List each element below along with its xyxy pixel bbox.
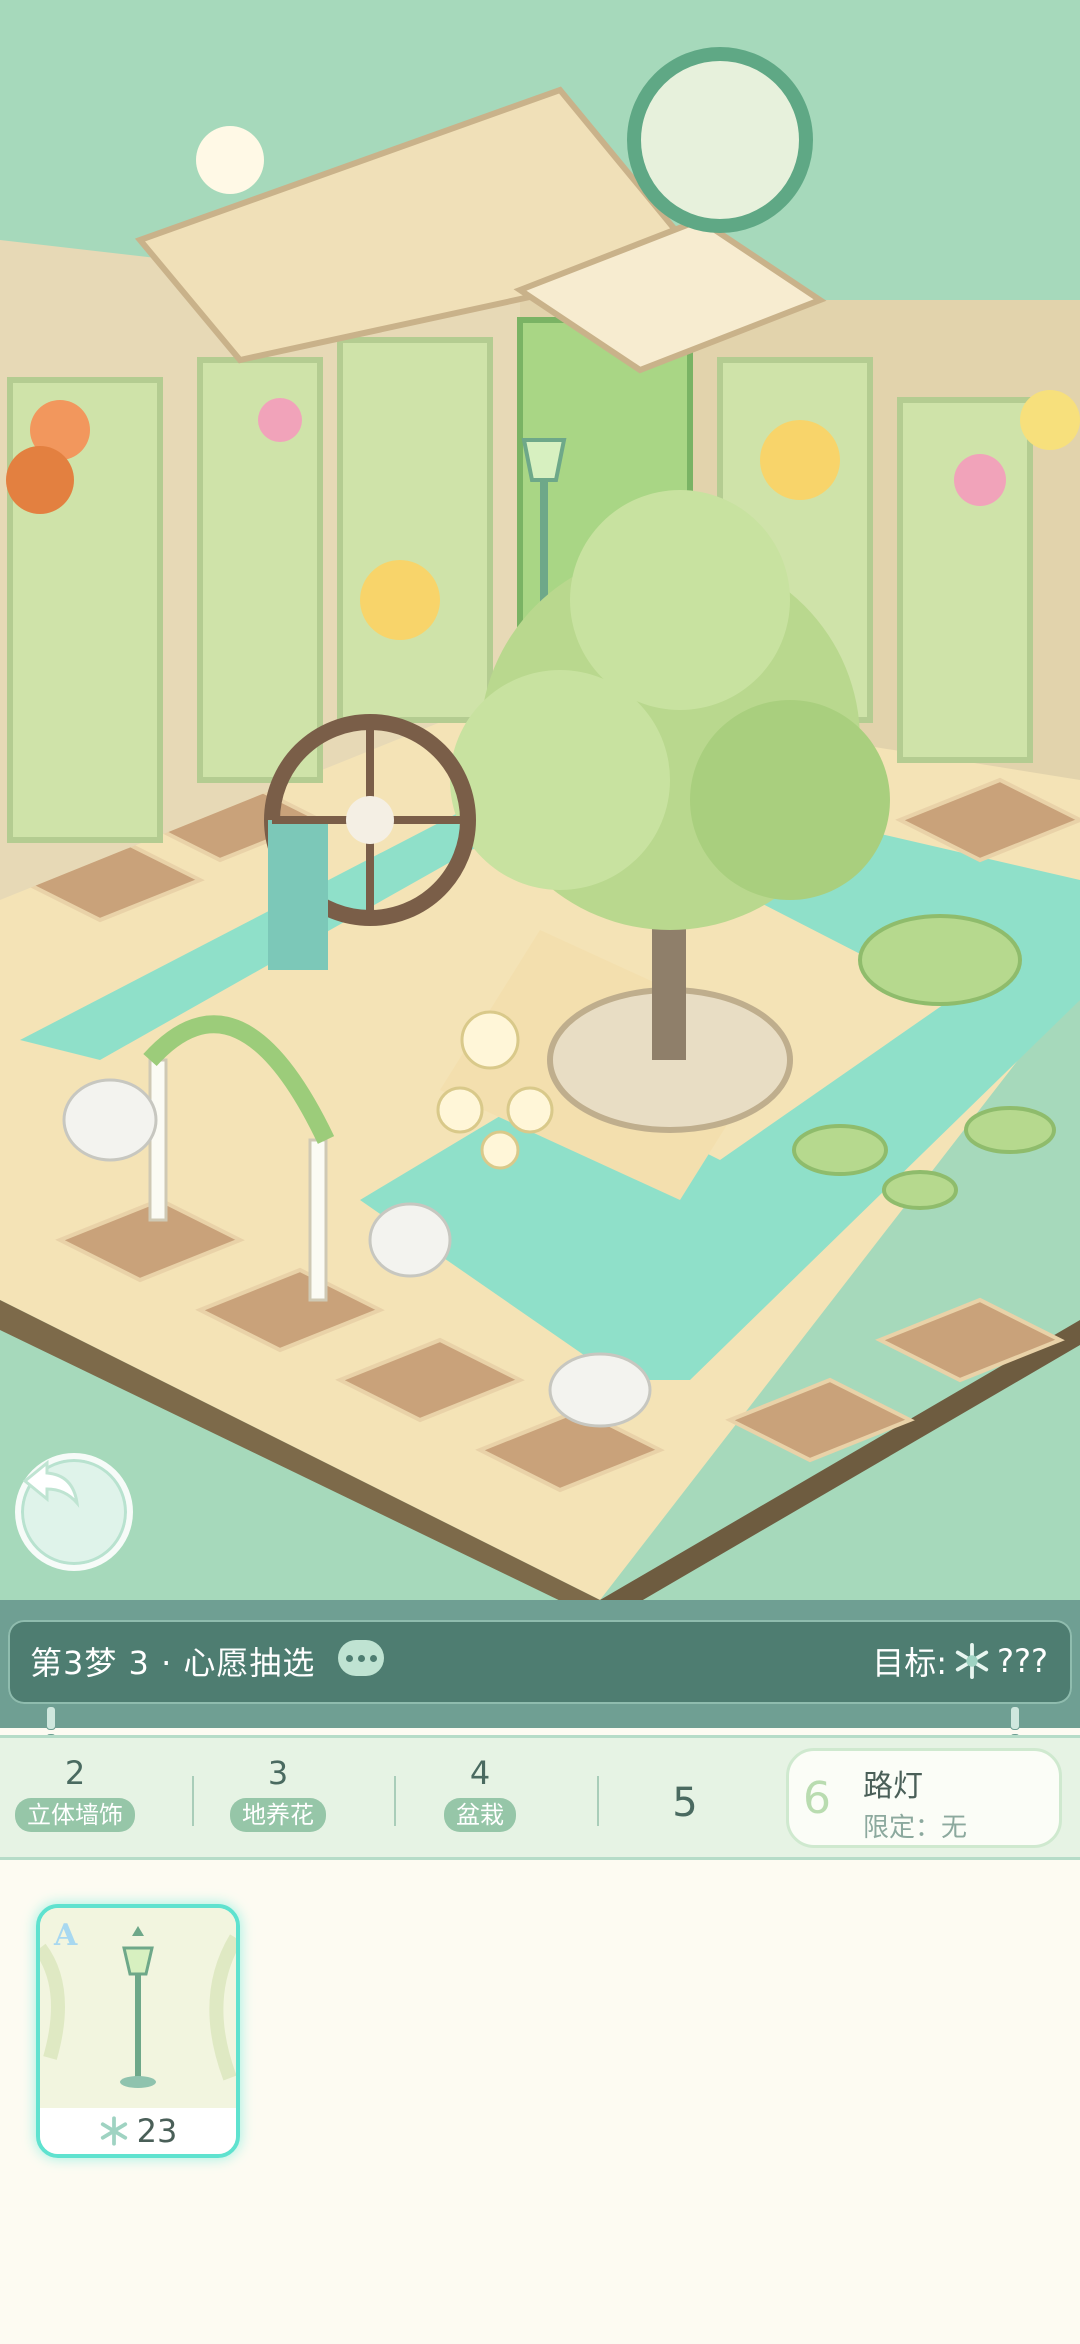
category-number: 4 (469, 1754, 491, 1792)
item-cost-value: 23 (136, 2112, 178, 2150)
pin-left-icon (46, 1706, 72, 1758)
category-number: 3 (267, 1754, 289, 1792)
back-button[interactable] (15, 1453, 133, 1571)
goal-value: ??? (997, 1642, 1048, 1680)
category-tab-3[interactable]: 3 地养花 (203, 1754, 353, 1832)
back-arrow-icon (22, 1459, 80, 1508)
garden-scene[interactable] (0, 0, 1080, 1600)
category-tab-active[interactable]: 6 路灯 限定：无 (786, 1748, 1062, 1848)
category-number: 2 (64, 1754, 86, 1792)
garden-illustration (0, 47, 1080, 1600)
item-card-lamp[interactable]: A 23 (36, 1904, 240, 2158)
category-label: 地养花 (230, 1798, 326, 1832)
chat-bubble-icon[interactable] (338, 1640, 384, 1676)
goal: 目标: ??? (872, 1638, 1048, 1684)
active-category-number: 6 (803, 1773, 831, 1824)
category-label: 立体墙饰 (15, 1798, 135, 1832)
pin-right-icon (1010, 1706, 1036, 1758)
active-category-limit: 限定：无 (863, 1813, 968, 1843)
category-tab-2[interactable]: 2 立体墙饰 (0, 1754, 150, 1832)
snowflake-icon (100, 2116, 127, 2146)
snowflake-icon (955, 1642, 989, 1680)
divider (192, 1776, 194, 1826)
divider (394, 1776, 396, 1826)
goal-label: 目标: (872, 1644, 948, 1682)
task-panel: 第3梦 3 · 心愿抽选 目标: ??? (8, 1620, 1072, 1704)
category-tab-4[interactable]: 4 盆栽 (405, 1754, 555, 1832)
active-category-name: 路灯 (863, 1769, 923, 1804)
task-title: 第3梦 3 · 心愿抽选 (30, 1644, 316, 1682)
task-bar: 第3梦 3 · 心愿抽选 目标: ??? (0, 1600, 1080, 1728)
category-tab-5[interactable]: 5 (645, 1780, 725, 1826)
category-bar: 2 立体墙饰 3 地养花 4 盆栽 5 6 路灯 限定：无 (0, 1735, 1080, 1860)
category-label: 盆栽 (444, 1798, 516, 1832)
rank-badge: A (54, 1918, 78, 1953)
item-cost: 23 (40, 2108, 236, 2154)
clock-decoration (627, 47, 813, 233)
divider (597, 1776, 599, 1826)
